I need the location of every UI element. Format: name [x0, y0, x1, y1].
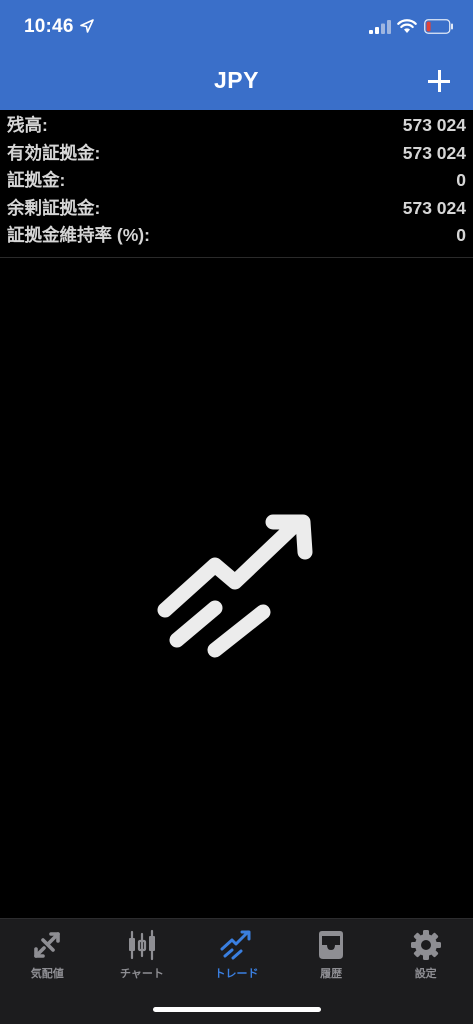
candlestick-icon	[128, 929, 155, 961]
quotes-arrows-icon	[34, 932, 61, 958]
summary-row-margin-level: 証拠金維持率 (%): 0	[0, 222, 473, 250]
status-time: 10:46	[24, 16, 74, 37]
summary-row-free-margin: 余剰証拠金: 573 024	[0, 195, 473, 223]
wifi-icon	[397, 19, 417, 33]
free-margin-value: 573 024	[402, 197, 466, 218]
account-summary: 残高: 573 024 有効証拠金: 573 024 証拠金: 0 余剰証拠金:…	[0, 112, 473, 258]
free-margin-label: 余剰証拠金:	[7, 197, 101, 218]
tab-chart-label: チャート	[119, 968, 164, 980]
gear-icon	[410, 930, 441, 960]
page-title: JPY	[214, 67, 259, 93]
top-bar: 10:46 JPY	[0, 0, 473, 110]
margin-level-value: 0	[456, 225, 466, 246]
summary-row-equity: 有効証拠金: 573 024	[0, 140, 473, 168]
location-arrow-icon	[80, 19, 94, 33]
cellular-signal-icon	[369, 20, 391, 34]
tab-settings[interactable]: 設定	[378, 919, 473, 989]
trade-screen: 10:46 JPY 残高: 573 024 有効証拠金: 573 024 証拠金…	[0, 0, 473, 1024]
add-order-button[interactable]	[422, 64, 456, 98]
tab-trade-label: トレード	[214, 968, 259, 980]
tab-chart[interactable]: チャート	[95, 919, 190, 989]
margin-label: 証拠金:	[7, 170, 66, 191]
inbox-tray-icon	[319, 931, 344, 959]
tab-quotes[interactable]: 気配値	[0, 919, 95, 989]
tab-settings-label: 設定	[414, 968, 437, 980]
home-indicator[interactable]	[153, 1007, 321, 1012]
trade-trend-icon	[157, 514, 313, 658]
summary-row-margin: 証拠金: 0	[0, 167, 473, 195]
tab-history-label: 履歴	[320, 968, 343, 980]
summary-row-balance: 残高: 573 024	[0, 112, 473, 140]
nav-bar: JPY	[0, 56, 473, 110]
equity-label: 有効証拠金:	[7, 142, 101, 163]
margin-value: 0	[456, 170, 466, 191]
battery-low-icon	[424, 19, 453, 34]
tab-trade[interactable]: トレード	[189, 919, 284, 989]
equity-value: 573 024	[402, 142, 466, 163]
trade-trend-icon	[220, 930, 251, 960]
tab-quotes-label: 気配値	[30, 968, 64, 980]
status-bar: 10:46	[0, 0, 473, 56]
balance-value: 573 024	[402, 115, 466, 135]
tab-history[interactable]: 履歴	[284, 919, 379, 989]
balance-label: 残高:	[7, 115, 48, 135]
margin-level-label: 証拠金維持率 (%):	[7, 225, 150, 246]
